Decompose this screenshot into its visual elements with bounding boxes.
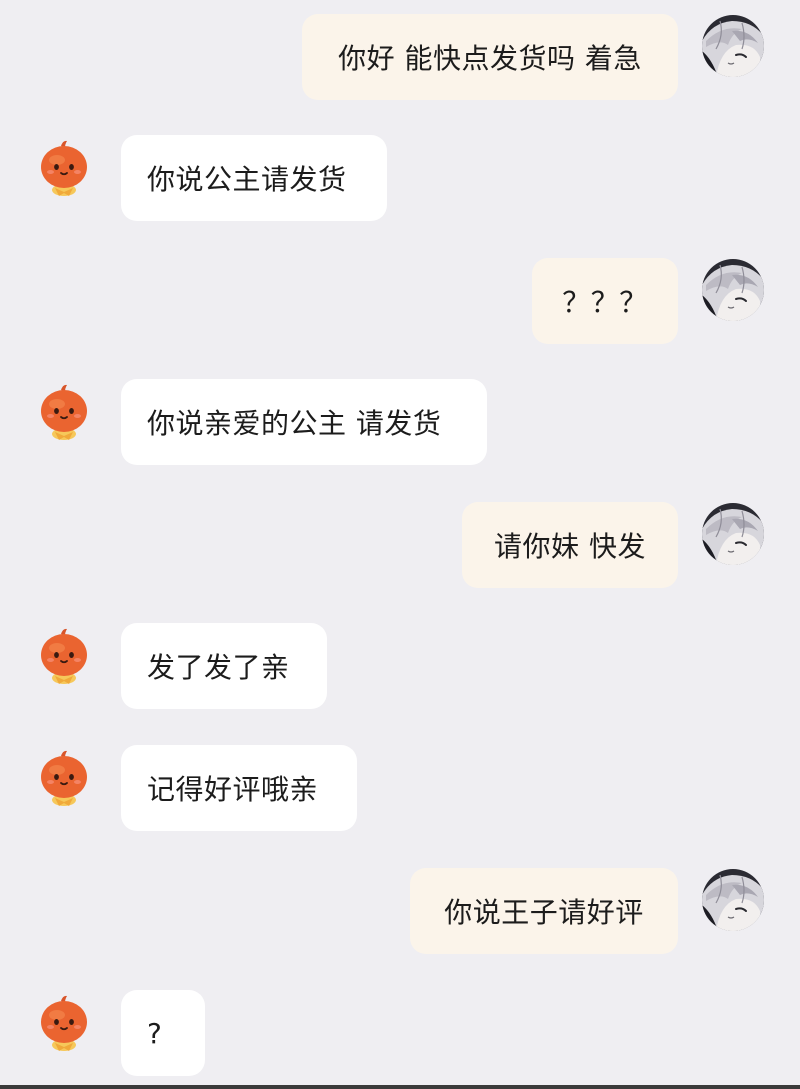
message-bubble-outgoing[interactable]: 请你妹 快发 [462, 502, 678, 588]
anime-girl-avatar-icon[interactable] [702, 259, 764, 321]
message-bubble-outgoing[interactable]: 你好 能快点发货吗 着急 [302, 14, 678, 100]
pumpkin-mascot-icon[interactable] [33, 991, 95, 1053]
pumpkin-mascot-icon[interactable] [33, 136, 95, 198]
anime-girl-avatar-icon[interactable] [702, 503, 764, 565]
message-bubble-incoming[interactable]: 记得好评哦亲 [121, 745, 357, 831]
message-bubble-incoming[interactable]: 发了发了亲 [121, 623, 327, 709]
bottom-edge-divider [0, 1085, 800, 1089]
pumpkin-mascot-icon[interactable] [33, 624, 95, 686]
anime-girl-avatar-icon[interactable] [702, 869, 764, 931]
pumpkin-mascot-icon[interactable] [33, 746, 95, 808]
pumpkin-mascot-icon[interactable] [33, 380, 95, 442]
message-bubble-incoming[interactable]: 你说公主请发货 [121, 135, 387, 221]
chat-conversation: 你好 能快点发货吗 着急 你说公主请发货 ？？？ 你说亲爱的公主 请发货 请你妹… [0, 0, 800, 1089]
message-bubble-outgoing[interactable]: ？？？ [532, 258, 678, 344]
anime-girl-avatar-icon[interactable] [702, 15, 764, 77]
message-bubble-outgoing[interactable]: 你说王子请好评 [410, 868, 678, 954]
message-bubble-incoming[interactable]: ? [121, 990, 205, 1076]
message-bubble-incoming[interactable]: 你说亲爱的公主 请发货 [121, 379, 487, 465]
